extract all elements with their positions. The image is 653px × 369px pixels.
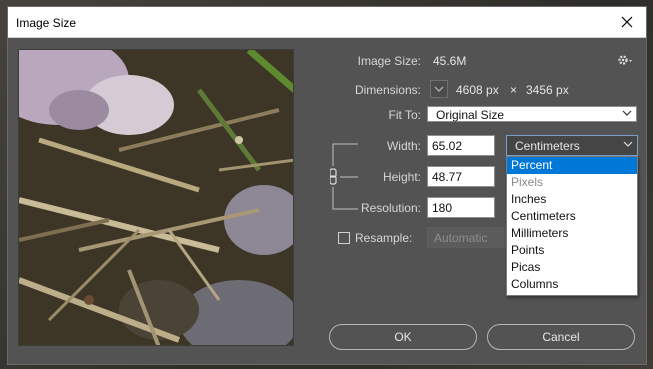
unit-option-percent[interactable]: Percent xyxy=(507,157,637,174)
unit-option-points[interactable]: Points xyxy=(507,242,637,259)
unit-option-millimeters[interactable]: Millimeters xyxy=(507,225,637,242)
ok-button[interactable]: OK xyxy=(329,324,477,350)
chevron-down-icon xyxy=(434,86,444,92)
resolution-label: Resolution: xyxy=(360,201,421,215)
width-input[interactable]: 65.02 xyxy=(427,135,495,156)
unit-option-inches[interactable]: Inches xyxy=(507,191,637,208)
image-size-dialog: Image Size Image Size: 45.6M Dimensions:… xyxy=(7,6,647,365)
dimensions-times-sign: × xyxy=(510,83,518,97)
chevron-down-icon xyxy=(623,141,633,147)
close-button[interactable] xyxy=(614,10,640,34)
image-preview[interactable] xyxy=(18,49,294,346)
image-size-label: Image Size: xyxy=(357,54,421,68)
unit-select-value: Centimeters xyxy=(515,139,580,153)
resolution-input[interactable]: 180 xyxy=(427,197,495,218)
gear-icon xyxy=(618,55,632,65)
resample-checkbox[interactable] xyxy=(338,232,350,244)
chain-link-icon xyxy=(330,168,337,185)
unit-option-centimeters[interactable]: Centimeters xyxy=(507,208,637,225)
settings-gear-button[interactable] xyxy=(617,54,633,69)
height-input[interactable]: 48.77 xyxy=(427,166,495,187)
dimensions-width-value: 4608 px xyxy=(456,83,499,97)
title-bar: Image Size xyxy=(8,7,646,38)
dialog-title: Image Size xyxy=(16,16,77,30)
chevron-down-icon xyxy=(622,110,632,116)
fit-to-label: Fit To: xyxy=(388,108,421,122)
unit-select[interactable]: Centimeters xyxy=(506,135,638,156)
height-label: Height: xyxy=(382,170,421,184)
resample-label: Resample: xyxy=(355,231,413,245)
close-icon xyxy=(621,16,633,28)
cancel-button[interactable]: Cancel xyxy=(487,324,635,350)
unit-dropdown-list: Percent Pixels Inches Centimeters Millim… xyxy=(506,156,638,296)
resample-method-select: Automatic xyxy=(427,227,507,248)
image-size-value: 45.6M xyxy=(433,54,467,68)
unit-option-pixels: Pixels xyxy=(511,175,544,189)
dimensions-unit-dropdown[interactable] xyxy=(430,80,448,98)
dimensions-label: Dimensions: xyxy=(354,83,421,97)
dimensions-height-value: 3456 px xyxy=(526,83,569,97)
preview-image xyxy=(19,50,293,345)
unit-option-picas[interactable]: Picas xyxy=(507,259,637,276)
fit-to-select[interactable]: Original Size xyxy=(427,106,637,122)
fit-to-value: Original Size xyxy=(436,108,505,122)
width-label: Width: xyxy=(386,139,421,153)
unit-option-columns[interactable]: Columns xyxy=(507,276,637,293)
